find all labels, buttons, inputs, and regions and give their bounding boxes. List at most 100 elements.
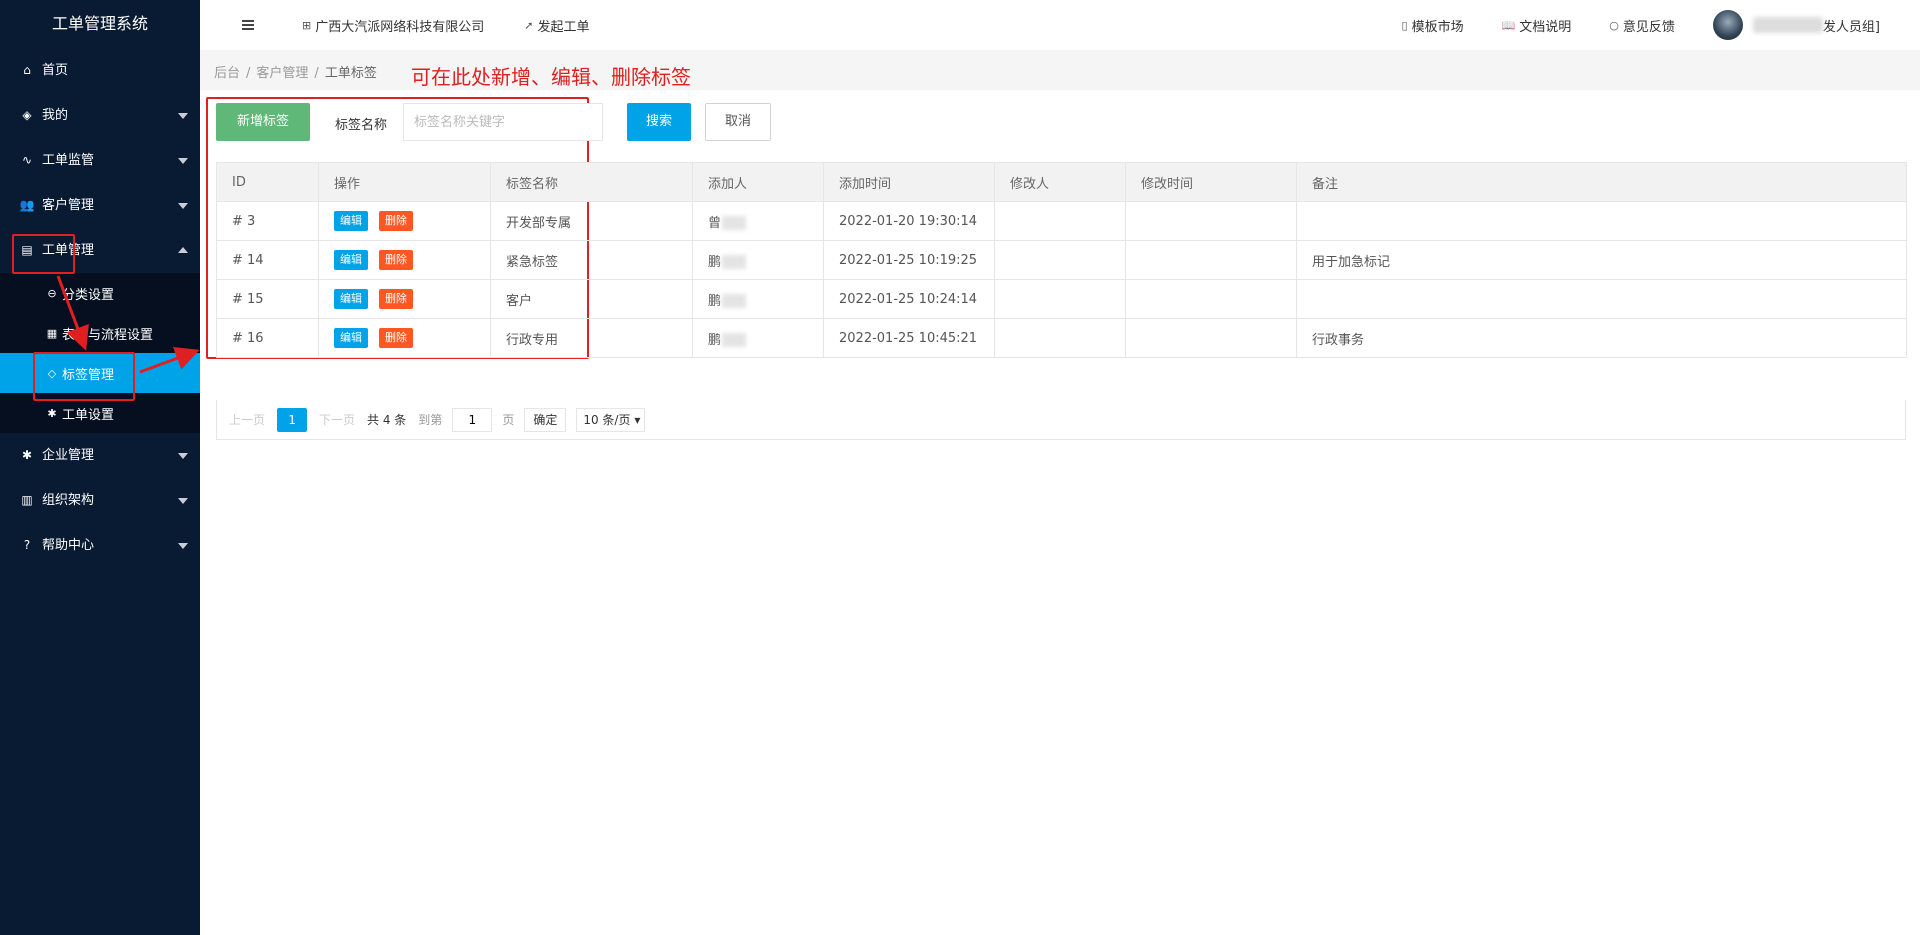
dropdown-caret-icon: ▾: [634, 412, 641, 427]
sidebar-item-help[interactable]: ? 帮助中心: [0, 523, 200, 568]
column-header: 修改时间: [1125, 162, 1297, 202]
edit-button[interactable]: 编辑: [334, 289, 368, 309]
sidebar-item-customers[interactable]: 👥 客户管理: [0, 183, 200, 228]
cancel-button[interactable]: 取消: [705, 103, 771, 141]
adder-name: 鹏: [708, 254, 722, 270]
question-icon: ?: [23, 538, 31, 552]
cell-modified-time: [1125, 279, 1297, 319]
column-header: 备注: [1296, 162, 1907, 202]
search-button[interactable]: 搜索: [627, 103, 691, 141]
sidebar-item-label: 我的: [42, 108, 69, 123]
delete-button[interactable]: 删除: [379, 250, 413, 270]
cell-modifier: [994, 318, 1126, 358]
launch-ticket-link[interactable]: ➚ 发起工单: [524, 16, 589, 35]
cell-modified-time: [1125, 318, 1297, 358]
sub-item-form-flow[interactable]: ▦ 表单与流程设置: [0, 313, 200, 353]
column-header: 添加时间: [823, 162, 995, 202]
cell-id: # 3: [216, 201, 319, 241]
page-size-select[interactable]: 10 条/页 ▾: [576, 407, 646, 432]
column-header: 修改人: [994, 162, 1126, 202]
sidebar: 工单管理系统 ⌂ 首页 ◈ 我的 ∿ 工单监管 👥 客户管理 ▤ 工单管理 ⊖ …: [0, 0, 200, 935]
add-tag-button[interactable]: 新增标签: [216, 103, 310, 141]
feedback-link[interactable]: ○ 意见反馈: [1609, 16, 1675, 35]
send-icon: ➚: [524, 18, 534, 32]
gear-icon: ✱: [21, 448, 33, 462]
top-header: ⊞ 广西大汽派网络科技有限公司 ➚ 发起工单 ▯ 模板市场 📖 文档说明 ○ 意…: [200, 0, 1920, 50]
users-icon: 👥: [19, 198, 35, 212]
tags-table: ID 操作 标签名称 添加人 添加时间 修改人 修改时间 备注 # 3 编辑 删除…: [216, 162, 1907, 358]
redacted-name: [722, 294, 747, 308]
avatar[interactable]: [1712, 10, 1743, 40]
submenu-ticket-management: ⊖ 分类设置 ▦ 表单与流程设置 ◇ 标签管理 ✱ 工单设置: [0, 273, 200, 433]
book-icon: ▯: [1401, 18, 1408, 32]
delete-button[interactable]: 删除: [379, 289, 413, 309]
delete-button[interactable]: 删除: [379, 328, 413, 348]
sidebar-item-label: 企业管理: [42, 448, 95, 463]
sub-item-ticket-settings[interactable]: ✱ 工单设置: [0, 393, 200, 433]
user-group-label[interactable]: 发人员组]: [1823, 16, 1880, 35]
menu-toggle-icon[interactable]: [242, 20, 254, 30]
launch-ticket-label: 发起工单: [537, 19, 590, 35]
template-market-link[interactable]: ▯ 模板市场: [1402, 16, 1464, 35]
table-row: # 3 编辑 删除 开发部专属 曾 2022-01-20 19:30:14: [216, 201, 1907, 241]
current-page-button[interactable]: 1: [277, 407, 308, 432]
sidebar-item-organization[interactable]: ▥ 组织架构: [0, 478, 200, 523]
total-count: 共 4 条: [367, 413, 407, 427]
redacted-name: [722, 333, 747, 347]
prev-page-button[interactable]: 上一页: [229, 411, 265, 428]
edit-button[interactable]: 编辑: [334, 250, 368, 270]
layers-icon: ◈: [22, 108, 32, 122]
sidebar-item-ticket-management[interactable]: ▤ 工单管理: [0, 228, 200, 273]
goto-confirm-button[interactable]: 确定: [524, 407, 567, 432]
breadcrumb: 后台 / 客户管理 / 工单标签: [214, 66, 377, 81]
chat-icon: ○: [1609, 18, 1619, 32]
sidebar-item-enterprise[interactable]: ✱ 企业管理: [0, 433, 200, 478]
next-page-button[interactable]: 下一页: [319, 411, 355, 428]
template-market-label: 模板市场: [1411, 19, 1464, 35]
chevron-down-icon: [178, 203, 188, 209]
docs-label: 文档说明: [1519, 19, 1572, 35]
company-link[interactable]: ⊞ 广西大汽派网络科技有限公司: [302, 16, 484, 35]
user-name-redacted: [1752, 17, 1823, 33]
delete-button[interactable]: 删除: [379, 211, 413, 231]
cell-added-time: 2022-01-25 10:45:21: [823, 318, 995, 358]
sub-item-label: 工单设置: [62, 407, 115, 423]
sidebar-item-label: 工单管理: [42, 243, 95, 258]
sub-item-label: 标签管理: [62, 367, 115, 383]
edit-button[interactable]: 编辑: [334, 328, 368, 348]
goto-page-input[interactable]: [452, 407, 493, 432]
docs-link[interactable]: 📖 文档说明: [1502, 16, 1572, 35]
cell-actions: 编辑 删除: [318, 318, 491, 358]
header-right: ▯ 模板市场 📖 文档说明 ○ 意见反馈 发人员组]: [1402, 0, 1880, 50]
breadcrumb-item-customers[interactable]: 客户管理: [256, 66, 308, 81]
page-size-value: 10 条/页: [583, 412, 631, 427]
cell-added-time: 2022-01-25 10:24:14: [823, 279, 995, 319]
sidebar-item-mine[interactable]: ◈ 我的: [0, 93, 200, 138]
table-row: # 14 编辑 删除 紧急标签 鹏 2022-01-25 10:19:25 用于加…: [216, 240, 1907, 280]
edit-button[interactable]: 编辑: [334, 211, 368, 231]
redacted-name: [722, 216, 747, 230]
cell-adder: 鹏: [692, 318, 824, 358]
table-row: # 15 编辑 删除 客户 鹏 2022-01-25 10:24:14: [216, 279, 1907, 319]
grid-icon: ▦: [46, 326, 58, 340]
cell-modifier: [994, 240, 1126, 280]
column-header: 操作: [318, 162, 491, 202]
table-row: # 16 编辑 删除 行政专用 鹏 2022-01-25 10:45:21 行政事…: [216, 318, 1907, 358]
sub-item-tag-management[interactable]: ◇ 标签管理: [0, 353, 200, 393]
tag-name-search-input[interactable]: [403, 103, 603, 141]
cell-actions: 编辑 删除: [318, 201, 491, 241]
sub-item-category[interactable]: ⊖ 分类设置: [0, 273, 200, 313]
apps-icon: ⊞: [302, 18, 312, 32]
cell-id: # 16: [216, 318, 319, 358]
breadcrumb-item-current: 工单标签: [324, 66, 377, 81]
sidebar-item-label: 客户管理: [42, 198, 95, 213]
breadcrumb-item-home[interactable]: 后台: [214, 66, 240, 81]
sidebar-item-monitor[interactable]: ∿ 工单监管: [0, 138, 200, 183]
cell-actions: 编辑 删除: [318, 240, 491, 280]
tag-name-label: 标签名称: [335, 118, 388, 133]
cell-modified-time: [1125, 201, 1297, 241]
sidebar-item-home[interactable]: ⌂ 首页: [0, 48, 200, 93]
open-book-icon: 📖: [1501, 18, 1516, 32]
cell-tag-name: 开发部专属: [490, 201, 693, 241]
cell-id: # 14: [216, 240, 319, 280]
